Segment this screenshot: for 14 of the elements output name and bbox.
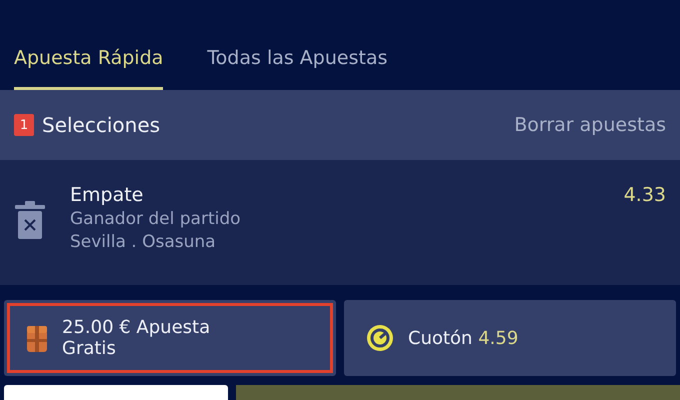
free-bet-button[interactable]: 25.00 € Apuesta Gratis [4,300,336,376]
count-badge: 1 [14,114,34,136]
clear-bets-link[interactable]: Borrar apuestas [514,114,666,136]
market-text: Ganador del partido [70,209,242,229]
gauge-icon [366,324,394,352]
selections-title: Selecciones [42,113,162,137]
odds-text: 4.33 [624,184,666,208]
place-bet-button[interactable] [236,385,680,400]
stake-field[interactable] [4,385,228,400]
tab[interactable]: Todas las Apuestas [207,47,388,90]
outcome-text: Empate [70,184,144,206]
trash-icon[interactable] [14,200,46,240]
event-text: Sevilla . Osasuna [70,232,217,252]
odds-boost-button[interactable]: Cuotón 4.59 [344,300,676,376]
